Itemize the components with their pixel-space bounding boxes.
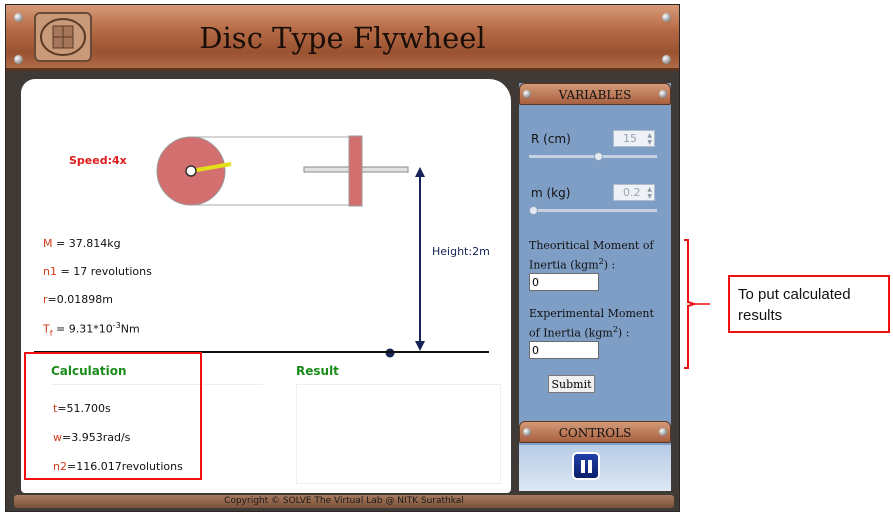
mass-slider-thumb[interactable]	[529, 206, 538, 215]
flywheel-hub	[185, 165, 197, 177]
submit-button[interactable]: Submit	[548, 375, 595, 393]
calculation-highlight	[24, 352, 202, 480]
copyright-text: Copyright © SOLVE The Virtual Lab @ NITK…	[224, 496, 464, 506]
variables-header: VARIABLES	[519, 83, 671, 105]
flywheel-diagram	[156, 135, 425, 358]
rivet-icon	[14, 13, 23, 22]
falling-mass	[385, 348, 395, 358]
rivet-icon	[662, 55, 671, 64]
experimental-inertia-input[interactable]	[529, 341, 599, 359]
result-box	[296, 384, 501, 484]
reading-friction-torque: Tf = 9.31*10-3Nm	[43, 321, 140, 338]
radius-slider[interactable]	[529, 152, 657, 161]
annotation-brace	[684, 239, 710, 369]
pause-icon	[581, 460, 585, 473]
title-bar: Disc Type Flywheel	[6, 5, 679, 71]
mass-slider[interactable]	[529, 206, 657, 215]
experimental-inertia-label: Experimental Moment of Inertia (kgm2) :	[529, 307, 654, 340]
variables-panel: VARIABLES R (cm) 15 ▲ ▼ m (kg) 0.2 ▲ ▼ The…	[519, 83, 671, 491]
arrow-down-icon	[415, 341, 425, 351]
rivet-icon	[14, 55, 23, 64]
result-title: Result	[296, 364, 339, 378]
stepper-arrows-icon[interactable]: ▲ ▼	[647, 186, 652, 200]
footer-bar: Copyright © SOLVE The Virtual Lab @ NITK…	[14, 495, 674, 508]
page-title: Disc Type Flywheel	[199, 21, 486, 55]
end-plate	[348, 135, 363, 207]
annotation-note: To put calculated results	[728, 275, 890, 333]
controls-header: CONTROLS	[519, 421, 671, 443]
arrow-up-icon	[415, 167, 425, 177]
pause-button[interactable]	[572, 452, 600, 480]
rivet-icon	[662, 13, 671, 22]
reading-mass: M = 37.814kg	[43, 237, 121, 250]
height-label: Height:2m	[432, 245, 490, 258]
mass-stepper[interactable]: 0.2 ▲ ▼	[613, 184, 655, 201]
reading-radius: r=0.01898m	[43, 293, 113, 306]
reading-n1: n1 = 17 revolutions	[43, 265, 152, 278]
theoretical-inertia-input[interactable]	[529, 273, 599, 291]
rivet-icon	[659, 90, 667, 98]
mass-label: m (kg)	[531, 186, 571, 200]
radius-slider-thumb[interactable]	[594, 152, 604, 161]
stepper-arrows-icon[interactable]: ▲ ▼	[647, 132, 652, 146]
radius-label: R (cm)	[531, 132, 571, 146]
rivet-icon	[659, 428, 667, 436]
theoretical-inertia-label: Theoritical Moment of Inertia (kgm2) :	[529, 239, 654, 272]
radius-stepper[interactable]: 15 ▲ ▼	[613, 130, 655, 147]
